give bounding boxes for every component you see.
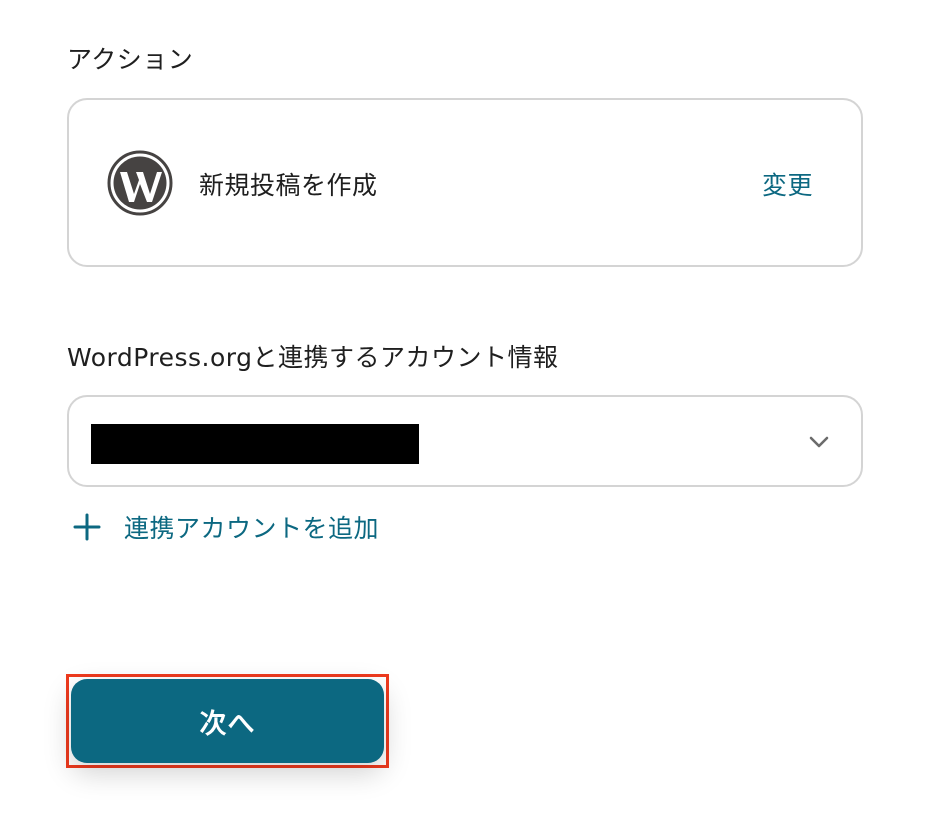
action-heading: アクション bbox=[67, 45, 194, 74]
plus-icon bbox=[73, 513, 101, 541]
next-button-highlight: 次へ bbox=[66, 674, 389, 768]
change-action-link[interactable]: 変更 bbox=[762, 166, 813, 202]
add-account-label: 連携アカウントを追加 bbox=[124, 514, 380, 543]
page: アクション 新規投稿を作成 変更 WordPress.orgと連携するアカウント… bbox=[0, 0, 934, 830]
action-card: 新規投稿を作成 変更 bbox=[67, 98, 863, 267]
account-select[interactable] bbox=[67, 395, 863, 487]
next-button[interactable]: 次へ bbox=[71, 679, 384, 763]
chevron-down-icon bbox=[809, 436, 829, 448]
action-name: 新規投稿を作成 bbox=[199, 171, 378, 200]
account-heading: WordPress.orgと連携するアカウント情報 bbox=[67, 343, 559, 372]
add-account-link[interactable]: 連携アカウントを追加 bbox=[72, 507, 379, 547]
wordpress-icon bbox=[107, 150, 173, 216]
redacted-account-value bbox=[91, 424, 419, 464]
